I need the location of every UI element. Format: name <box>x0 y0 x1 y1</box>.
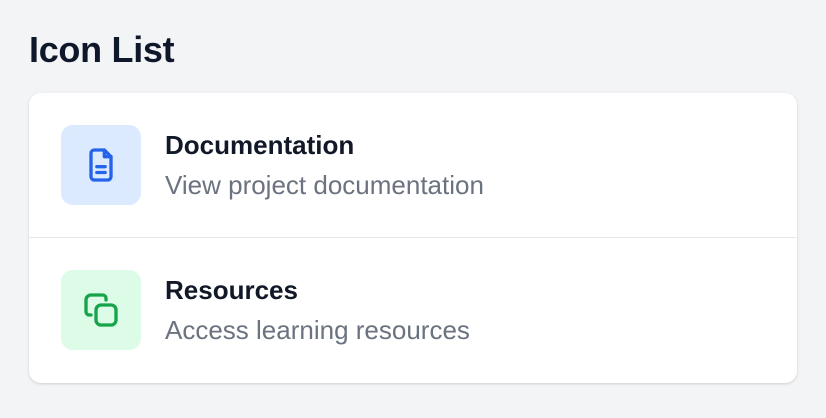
document-icon <box>89 148 113 182</box>
resources-icon-container <box>61 270 141 350</box>
page-title: Icon List <box>29 29 175 70</box>
copy-icon <box>84 293 118 327</box>
list-item-title: Documentation <box>165 130 355 160</box>
list-item-description: View project documentation <box>165 170 484 200</box>
icon-list-card: Documentation View project documentation… <box>29 93 797 383</box>
list-item-title: Resources <box>165 275 298 305</box>
documentation-icon-container <box>61 125 141 205</box>
list-item-description: Access learning resources <box>165 315 470 345</box>
list-item-documentation[interactable]: Documentation View project documentation <box>29 93 797 238</box>
list-item-resources[interactable]: Resources Access learning resources <box>29 238 797 383</box>
